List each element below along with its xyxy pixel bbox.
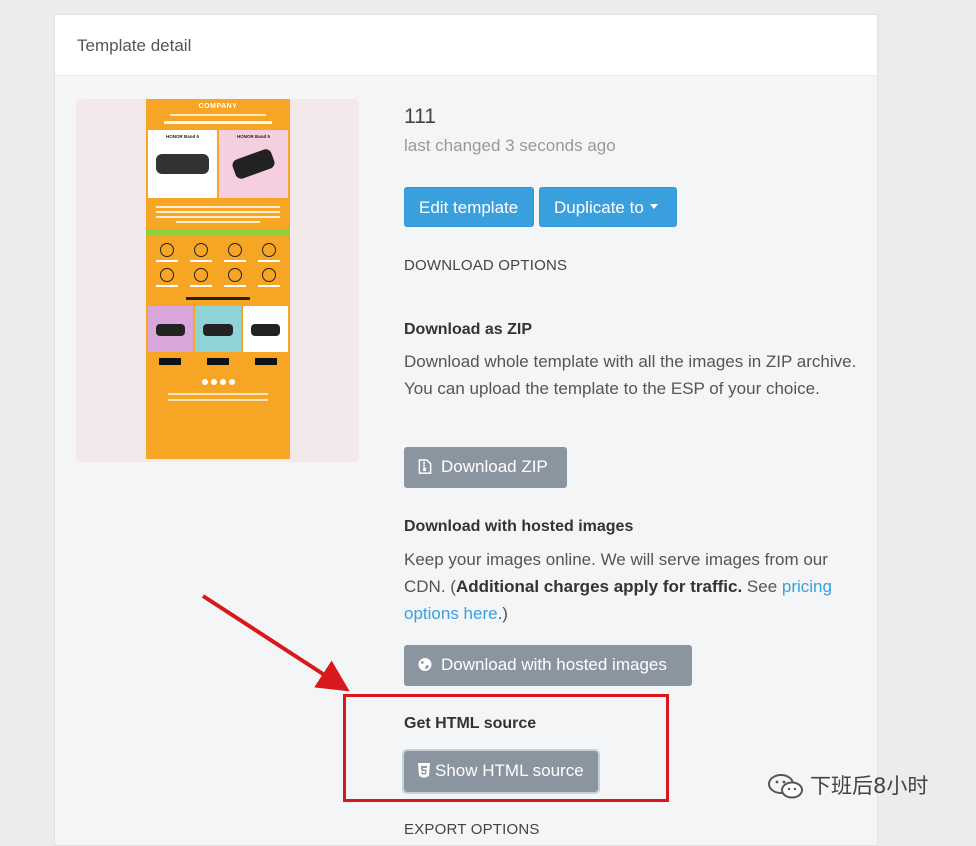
annotation-highlight-box (343, 694, 669, 802)
wechat-icon (768, 774, 803, 799)
watermark-text: 下班后8小时 (810, 774, 929, 798)
